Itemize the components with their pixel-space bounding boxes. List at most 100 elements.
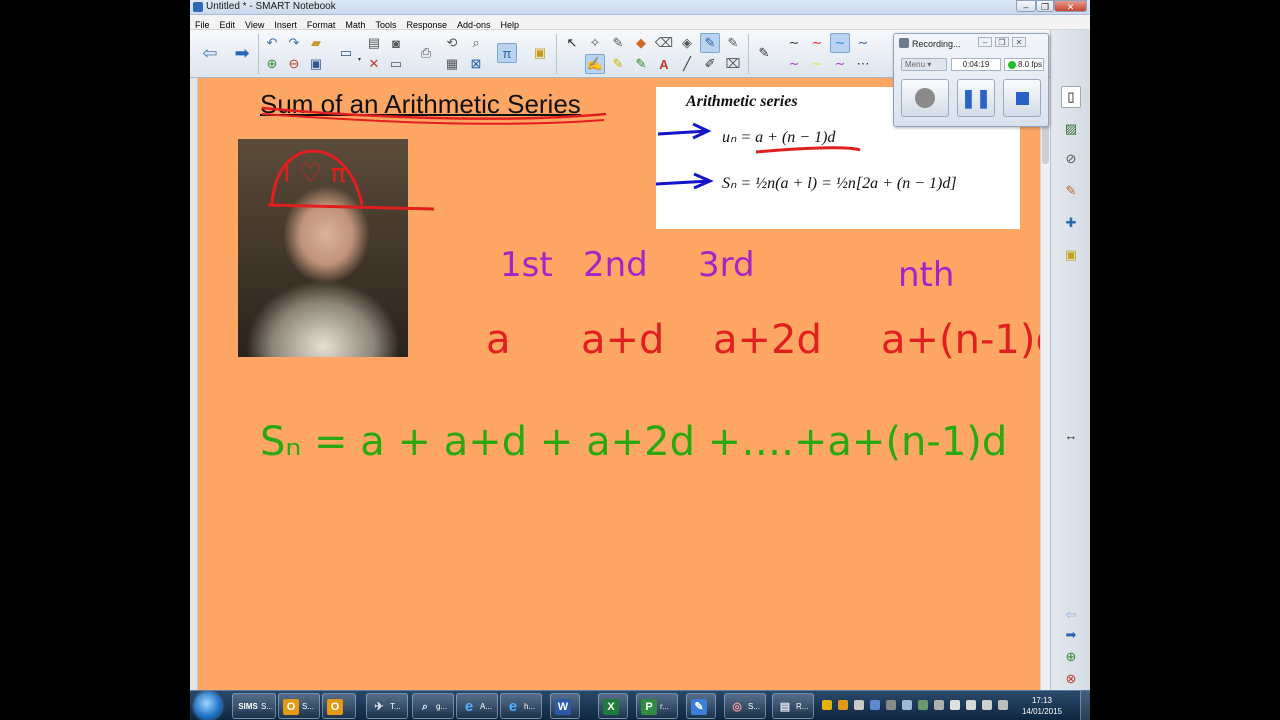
math-tools-button[interactable]: π [497,43,517,63]
add-page-icon[interactable]: ⊕ [262,54,282,74]
taskbar-item[interactable]: ◎ S... [724,693,766,719]
restore-button[interactable]: ❐ [1036,0,1054,12]
delete-icon[interactable]: ✕ [364,54,384,74]
tray-icon[interactable] [870,700,880,710]
lesson-activity-icon[interactable]: ▣ [1061,244,1081,266]
magic-pen-icon[interactable]: ✧ [585,33,605,53]
open-folder-icon[interactable]: ▰ [306,33,326,53]
attachments-icon[interactable]: ⊘ [1061,148,1081,170]
taskbar-item[interactable]: ✎ [686,693,716,719]
paste-icon[interactable]: ▤ [364,33,384,53]
show-desktop-button[interactable] [1080,691,1090,720]
creative-pen-icon[interactable]: ✎ [723,33,743,53]
properties-icon[interactable]: ✎ [1061,180,1081,202]
pens-icon[interactable]: ✎ [700,33,720,53]
add-on-icon[interactable]: ▣ [530,43,550,63]
save-icon[interactable]: ▣ [306,54,326,74]
screen-display-icon[interactable]: ▭ ▾ [336,43,361,63]
redo-icon[interactable]: ↷ [284,33,304,53]
back-arrow-icon[interactable]: ⇦ [1061,604,1081,626]
marker-icon[interactable]: ✐ [700,54,720,74]
slide-title[interactable]: Sum of an Arithmetic Series [260,89,581,120]
taskbar-clock[interactable]: 17:13 14/01/2015 [1022,695,1062,717]
tray-icon[interactable] [918,700,928,710]
pen-properties-icon[interactable]: ✎ [754,43,774,63]
add-page-side-icon[interactable]: ⊕ [1061,646,1081,668]
page-sorter-icon[interactable]: ▯ [1061,86,1081,108]
document-camera-icon[interactable]: ⎙ [416,43,436,63]
add-ons-icon[interactable]: ✚ [1061,212,1081,234]
taskbar-item[interactable]: O [322,693,356,719]
taskbar-item[interactable]: ▤ R... [772,693,814,719]
recorder-minimize-button[interactable]: – [978,37,992,47]
recorder-restore-button[interactable]: ❐ [995,37,1009,47]
resize-handle-icon[interactable]: ↔ [1061,424,1081,446]
delete-page-icon[interactable]: ⊖ [284,54,304,74]
tray-icon[interactable] [950,700,960,710]
record-button[interactable] [901,79,949,117]
undo-icon[interactable]: ↶ [262,33,282,53]
tray-icon[interactable] [822,700,832,710]
recorder-menu-dropdown[interactable]: Menu ▾ [901,58,947,71]
whiteboard-canvas[interactable]: Sum of an Arithmetic Series Arithmetic s… [198,78,1040,690]
blue-pen-style[interactable]: ∼ [830,33,850,53]
magenta-pen-style[interactable]: ∼ [830,54,850,74]
fill-icon[interactable]: ◈ [677,33,697,53]
taskbar-item[interactable]: e h... [500,693,542,719]
next-page-icon[interactable]: ➡ [232,43,252,63]
text-tool-icon[interactable]: A [654,54,674,74]
minimize-button[interactable]: – [1016,0,1036,12]
pen-icon[interactable]: ✎ [608,33,628,53]
eraser-pen-icon[interactable]: ⌧ [723,54,743,74]
recording-status: Recording... [912,39,961,49]
tray-icon[interactable] [982,700,992,710]
tray-icon[interactable] [854,700,864,710]
previous-page-icon[interactable]: ⇦ [200,43,220,63]
black-pen-style[interactable]: ∼ [784,33,804,53]
forward-arrow-icon[interactable]: ➡ [1061,624,1081,646]
dark-blue-pen-style[interactable]: ∼ [853,33,873,53]
stop-button[interactable] [1003,79,1041,117]
tray-icon[interactable] [934,700,944,710]
tray-icon[interactable] [838,700,848,710]
vertical-scrollbar[interactable] [1040,78,1050,690]
line-icon[interactable]: ╱ [677,54,697,74]
shape-icon[interactable]: ◆ [631,33,651,53]
tray-icon[interactable] [902,700,912,710]
gallery-icon[interactable]: ▨ [1061,118,1081,140]
tray-icon[interactable] [966,700,976,710]
volume-icon[interactable] [998,700,1008,710]
taskbar-item[interactable]: ⌕ g... [412,693,454,719]
pause-button[interactable]: ❚❚ [957,79,995,117]
camera-icon[interactable]: ◙ [386,33,406,53]
taskbar-item[interactable]: O S... [278,693,320,719]
red-pen-style[interactable]: ∼ [807,33,827,53]
eraser-icon[interactable]: ⌫ [654,33,674,53]
taskbar-item[interactable]: e A... [456,693,498,719]
stop-icon [1015,91,1029,105]
taskbar-item[interactable]: Pr... [636,693,678,719]
purple-pen-style[interactable]: ∼ [784,54,804,74]
close-button[interactable]: ✕ [1054,0,1087,12]
delete-page-side-icon[interactable]: ⊗ [1061,668,1081,690]
yellow-pen-style[interactable]: ∼ [807,54,827,74]
calligraphic-pen-icon[interactable]: ✍ [585,54,605,74]
screen-shade-icon[interactable]: ▭ [386,54,406,74]
tray-icon[interactable] [886,700,896,710]
magnifier-icon[interactable]: ⌕ [466,33,486,53]
taskbar-item[interactable]: SIMS S... [232,693,276,719]
brush-icon[interactable]: ✎ [631,54,651,74]
start-button[interactable] [194,692,222,720]
table-icon[interactable]: ▦ [442,54,462,74]
rotate-icon[interactable]: ⟲ [442,33,462,53]
select-arrow-icon[interactable]: ↖ [562,33,582,53]
recorder-close-button[interactable]: ✕ [1012,37,1026,47]
taskbar-item[interactable]: ✈ T... [366,693,408,719]
sum-formula: Sₙ = ½n(a + l) = ½n[2a + (n − 1)d] [722,175,957,192]
fullscreen-icon[interactable]: ⊠ [466,54,486,74]
taskbar-item[interactable]: X [598,693,628,719]
highlighter-icon[interactable]: ✎ [608,54,628,74]
taskbar-item[interactable]: W [550,693,580,719]
dotted-pen-style[interactable]: ⋯ [853,54,873,74]
side-tabs: ▯ ▨ ⊘ ✎ ✚ ▣ ↔ ⇦ ➡ ⊕ ⊗ [1050,30,1090,690]
